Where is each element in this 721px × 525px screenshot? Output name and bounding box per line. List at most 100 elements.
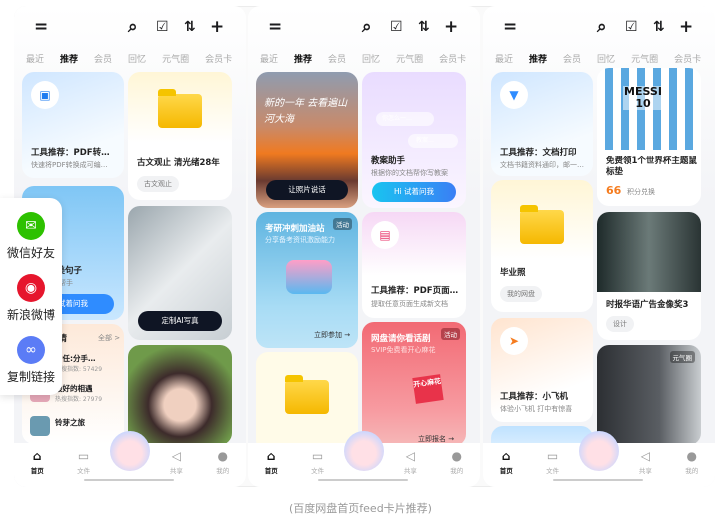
share-copy-link[interactable]: ∞ 复制链接: [0, 336, 62, 385]
tool-pdf-card[interactable]: ▣ 工具推荐：PDF转… 快速将PDF转换成可编…: [22, 72, 124, 178]
share-wechat[interactable]: ✉ 微信好友: [0, 212, 62, 261]
bottom-nav: ⌂ 首页 ▭ 文件 ◁ 共享 ● 我的: [248, 431, 480, 487]
mascot-icon: [343, 431, 384, 471]
photo-talk-button[interactable]: 让照片说话: [266, 180, 348, 200]
paper-plane-icon: ➤: [500, 327, 528, 355]
home-icon: ⌂: [501, 449, 511, 463]
plus-icon[interactable]: +: [210, 18, 224, 36]
chat-bubble: 你怎么一…: [376, 112, 434, 126]
tab-recent[interactable]: 最近: [26, 52, 44, 65]
video-thumbnail: [597, 212, 701, 292]
ad-award-card[interactable]: 时报华语广告金像奖3 设计: [597, 212, 701, 340]
folder-icon: [158, 89, 202, 128]
card-title: 毕业照: [500, 268, 526, 278]
list-item[interactable]: 铃芽之旅: [30, 416, 118, 438]
folder-icon: [285, 375, 329, 414]
lesson-plan-card[interactable]: 你怎么一… 教案… 教案助手 根据你的文档帮你写教案 Hi 试着问我: [362, 72, 466, 208]
card-subtitle: 快速将PDF转换成可编…: [31, 161, 108, 169]
messi-jersey-image: MESSI 10: [597, 68, 701, 150]
points-value: 66: [606, 184, 622, 197]
card-subtitle: 提取任意页面生成新文档: [371, 300, 448, 308]
tab-memories[interactable]: 回忆: [362, 52, 380, 65]
photo-card[interactable]: 元气圈: [597, 345, 701, 445]
folder-card[interactable]: [256, 352, 358, 452]
tool-pdf-page-card[interactable]: ▤ 工具推荐：PDF页面… 提取任意页面生成新文档: [362, 212, 466, 318]
try-ask-button[interactable]: Hi 试着问我: [372, 182, 456, 202]
tab-recent[interactable]: 最近: [495, 52, 513, 65]
send-icon: ◁: [171, 449, 181, 463]
folder-icon: ▭: [77, 449, 90, 463]
drama-event-card[interactable]: 网盘请你看话剧 活动 SVIP免费看开心麻花 开心麻花 立即报名 →: [362, 322, 466, 446]
avatar: ●: [451, 449, 462, 463]
menu-icon[interactable]: =: [503, 18, 517, 36]
mousepad-card[interactable]: MESSI 10 免费领1个世界杯主题鼠标垫 66 积分兑换: [597, 68, 701, 206]
bottom-nav: ⌂ 首页 ▭ 文件 ◁ 共享 ● 我的: [14, 431, 246, 487]
tab-recommend[interactable]: 推荐: [529, 52, 547, 65]
tab-vitality[interactable]: 元气圈: [396, 52, 423, 65]
nav-home[interactable]: ⌂ 首页: [486, 443, 526, 487]
handwriting-text: 新的一年 去看遍山河大海: [264, 98, 348, 125]
phone-screen-2: = ⌕ ☑ ⇅ + 最近 推荐 会员 回忆 元气圈 会员卡 新的一年 去看遍山河大海 让照…: [248, 6, 480, 487]
tab-member-card[interactable]: 会员卡: [439, 52, 466, 65]
join-now-link[interactable]: 立即参加 →: [314, 330, 350, 340]
folder-card[interactable]: 古文观止 清光绪28年 古文观止: [128, 72, 232, 200]
nav-profile[interactable]: ● 我的: [437, 443, 477, 487]
caption: (百度网盘首页feed卡片推荐): [289, 502, 432, 515]
send-icon: ◁: [640, 449, 650, 463]
calendar-check-icon[interactable]: ☑: [390, 18, 403, 36]
calendar-check-icon[interactable]: ☑: [625, 18, 638, 36]
tab-member[interactable]: 会员: [328, 52, 346, 65]
plus-icon[interactable]: +: [679, 18, 693, 36]
top-bar: = ⌕ ☑ ⇅ +: [14, 18, 246, 36]
nav-profile[interactable]: ● 我的: [203, 443, 243, 487]
tab-memories[interactable]: 回忆: [128, 52, 146, 65]
view-all-link[interactable]: 全部 >: [98, 333, 120, 343]
sort-icon[interactable]: ⇅: [653, 18, 665, 36]
share-weibo[interactable]: ◉ 新浪微博: [0, 274, 62, 323]
nav-home[interactable]: ⌂ 首页: [17, 443, 57, 487]
nav-profile[interactable]: ● 我的: [672, 443, 712, 487]
weibo-icon: ◉: [17, 274, 45, 302]
sort-icon[interactable]: ⇅: [184, 18, 196, 36]
tab-memories[interactable]: 回忆: [597, 52, 615, 65]
ai-portrait-card[interactable]: 定制AI写真: [128, 206, 232, 340]
search-icon[interactable]: ⌕: [128, 18, 138, 36]
menu-icon[interactable]: =: [268, 18, 282, 36]
card-title: 时报华语广告金像奖3: [606, 300, 689, 310]
tab-member-card[interactable]: 会员卡: [674, 52, 701, 65]
phone-screen-3: = ⌕ ☑ ⇅ + 最近 推荐 会员 回忆 元气圈 会员卡 ▼ 工具推荐：文档打印 文档书…: [483, 6, 715, 487]
sort-icon[interactable]: ⇅: [418, 18, 430, 36]
card-subtitle: 分享备考资讯激励能力: [265, 236, 335, 244]
folder-tag: 我的网盘: [500, 286, 542, 302]
folder-card[interactable]: 毕业照 我的网盘: [491, 180, 593, 312]
pdf-tool-icon: ▣: [31, 81, 59, 109]
card-title: 古文观止 清光绪28年: [137, 158, 220, 168]
menu-icon[interactable]: =: [34, 18, 48, 36]
tool-plane-card[interactable]: ➤ 工具推荐：小飞机 体验小飞机 打中有惊喜: [491, 318, 593, 422]
tab-member[interactable]: 会员: [94, 52, 112, 65]
pdf-page-icon: ▤: [371, 221, 399, 249]
tab-member[interactable]: 会员: [563, 52, 581, 65]
custom-ai-portrait-button[interactable]: 定制AI写真: [138, 311, 222, 331]
card-title: 工具推荐：PDF转…: [31, 148, 110, 158]
home-indicator: [318, 479, 408, 481]
anime-image-card[interactable]: [128, 345, 232, 445]
tab-recommend[interactable]: 推荐: [60, 52, 78, 65]
search-icon[interactable]: ⌕: [362, 18, 372, 36]
card-title: 工具推荐：小飞机: [500, 392, 569, 402]
vitality-badge: 元气圈: [669, 351, 695, 363]
tab-recommend[interactable]: 推荐: [294, 52, 312, 65]
tab-recent[interactable]: 最近: [260, 52, 278, 65]
printer-icon: ▼: [500, 81, 528, 109]
home-icon: ⌂: [266, 449, 276, 463]
tool-print-card[interactable]: ▼ 工具推荐：文档打印 文档书籍资料通印，邮一…: [491, 72, 593, 176]
tab-member-card[interactable]: 会员卡: [205, 52, 232, 65]
plus-icon[interactable]: +: [444, 18, 458, 36]
photo-talk-card[interactable]: 新的一年 去看遍山河大海 让照片说话: [256, 72, 358, 208]
nav-home[interactable]: ⌂ 首页: [251, 443, 291, 487]
tab-vitality[interactable]: 元气圈: [162, 52, 189, 65]
calendar-check-icon[interactable]: ☑: [156, 18, 169, 36]
exam-event-card[interactable]: 考研冲刺加油站 活动 分享备考资讯激励能力 立即参加 →: [256, 212, 358, 348]
search-icon[interactable]: ⌕: [597, 18, 607, 36]
tab-vitality[interactable]: 元气圈: [631, 52, 658, 65]
